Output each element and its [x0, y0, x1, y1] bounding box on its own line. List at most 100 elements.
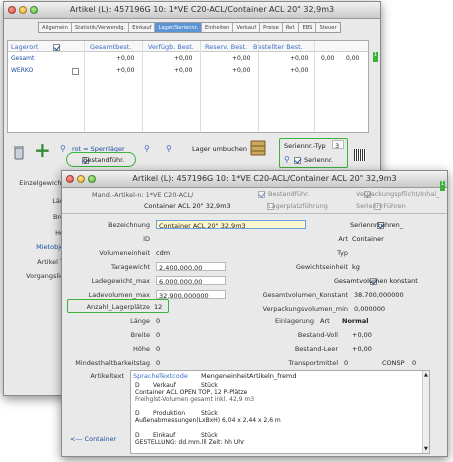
mindesthaltbarkeitstag-value[interactable]: 0	[156, 359, 160, 367]
bestandfuehr-label: Bestandführ.	[83, 156, 125, 164]
text-row[interactable]: D Verkauf Stück Container ACL OPEN TOP, …	[131, 381, 421, 405]
tab-allgemein[interactable]: Allgemein	[39, 23, 72, 32]
scroll-down-icon[interactable]: ▼	[424, 446, 428, 452]
verpackungsvolumen-label: Verpackungsvolumen_min	[262, 305, 348, 313]
ladevolumen-field[interactable]: 32.900,000000	[156, 290, 226, 299]
einlagerung-label: Einlagerung	[275, 317, 314, 325]
anzahl-lagerplaetze-label: Anzahl_Lagerplätze	[86, 303, 150, 311]
col-textcode[interactable]: Textcode	[159, 372, 188, 380]
col-artikeln-fremd[interactable]: Artikeln_fremd	[249, 372, 296, 380]
label-einzelgewicht: Einzelgewicht	[19, 179, 64, 187]
taragewicht-label: Taragewicht	[110, 263, 150, 271]
trash-icon[interactable]	[13, 145, 25, 160]
table-row[interactable]: Gesamt +0,00 +0,00 +0,00 +0,00 0,00 0,00	[8, 53, 368, 64]
label-artikel-t: Artikel T	[37, 258, 64, 266]
container-link[interactable]: <--- Container	[70, 435, 116, 443]
row-checkbox[interactable]	[72, 67, 79, 75]
col-mengeneinheit[interactable]: Mengeneinheit	[201, 372, 249, 380]
col-sprache[interactable]: Sprache	[133, 372, 160, 380]
gesamtvolumen-field[interactable]: 38.700,000000	[352, 290, 408, 299]
consp-value[interactable]: 0	[412, 359, 416, 367]
link-icon[interactable]: ⚲	[284, 155, 290, 164]
front-title-bar[interactable]: Artikel (L): 457196G 10: 1*VE C20-ACL/Co…	[62, 171, 447, 188]
transportmittel-value[interactable]: 0	[344, 359, 348, 367]
tab-preise[interactable]: Preise	[260, 23, 283, 32]
link-icon[interactable]: ⚲	[144, 144, 150, 153]
tab-statistik[interactable]: Statistik/Verwendg.	[72, 23, 130, 32]
col-reserv-best[interactable]: Reserv. Best.	[205, 43, 247, 51]
art-value: Container	[352, 235, 384, 243]
scroll-up-icon[interactable]: ▲	[424, 372, 428, 378]
bestandfuehr-mid-label: Bestandführ.	[268, 190, 310, 198]
gewichtseinheit-label: Gewichtseinheit	[295, 263, 348, 271]
tab-verkauf[interactable]: Verkauf	[233, 23, 261, 32]
tab-ebs[interactable]: EBS	[299, 23, 317, 32]
link-icon[interactable]: ⚲	[166, 144, 172, 153]
col-lagerort[interactable]: Lagerort	[11, 43, 38, 51]
laenge-label: Länge	[130, 317, 150, 325]
bezeichnung-field[interactable]: Container ACL 20" 32,9m3	[156, 220, 306, 229]
label-hoehe: Hö	[55, 229, 64, 237]
einlagerung-value[interactable]: Normal	[342, 317, 369, 325]
tab-steuer[interactable]: Steuer	[316, 23, 339, 32]
hoehe-value[interactable]: 0	[156, 345, 160, 353]
col-verfuegb-best[interactable]: Verfügb. Best.	[148, 43, 194, 51]
barcode-icon[interactable]	[354, 149, 366, 161]
bezeichnung-label: Bezeichnung	[108, 221, 150, 229]
lager-umbuchen-label: Lager umbuchen	[192, 145, 247, 153]
verpackungspflicht-label: Verpackungspflicht/Inhal_	[356, 190, 440, 198]
col-bestellter-best[interactable]: Bestellter Best.	[253, 43, 303, 51]
ladevolumen-label: Ladevolumen_max	[88, 291, 150, 299]
label-laenge: Län	[52, 197, 64, 205]
lagerort-checkbox[interactable]	[53, 43, 60, 51]
text-row[interactable]: D Produktion Stück Außenabmessungen(LxBx…	[131, 409, 421, 427]
tab-einkauf[interactable]: Einkauf	[129, 23, 156, 32]
seriennrfuehren-label: SeriennrFühren_	[350, 221, 404, 229]
label-mietobjekt: Mietobje	[36, 243, 64, 251]
seriennrfuehren-top-label: SeriennrFühren	[356, 202, 406, 210]
gewichtseinheit-value[interactable]: kg	[352, 263, 360, 271]
label-breite: Bre	[53, 213, 64, 221]
seriennr-typ-field[interactable]: 3	[332, 140, 344, 149]
hoehe-label: Höhe	[133, 345, 150, 353]
gesamtvolumen-konstant-label: Gesamtvolumen konstant	[334, 277, 418, 285]
consp-label: CONSP	[382, 359, 405, 367]
anzahl-lagerplaetze-field[interactable]: 12	[152, 302, 166, 311]
tab-bar: Allgemein Statistik/Verwendg. Einkauf La…	[38, 22, 341, 33]
link-icon[interactable]: ⚲	[60, 144, 66, 153]
mand-artikel-label: Mand.-Artikel-n: 1*VE C20-ACL/	[92, 191, 194, 199]
lagerplatzfuehrung-label: Lagerplatzführung	[268, 202, 328, 210]
shelf-icon[interactable]	[250, 140, 266, 156]
ladegewicht-label: Ladegewicht_max	[91, 277, 150, 285]
mindesthaltbarkeitstag-label: Mindesthaltbarkeitstag	[75, 359, 150, 367]
col-gesamtbest[interactable]: Gesamtbest.	[90, 43, 131, 51]
table-row[interactable]: WERKO +0,00 +0,00 +0,00 +0,00	[8, 65, 368, 76]
breite-label: Breite	[130, 331, 150, 339]
green-marker-icon: 1	[440, 181, 445, 191]
artikeltext-list[interactable]: Sprache Textcode Mengeneinheit Artikeln_…	[130, 370, 430, 454]
taragewicht-field[interactable]: 2.400,000,00	[156, 262, 226, 271]
front-subtitle: Container ACL 20" 32,9m3	[144, 202, 231, 210]
transportmittel-label: Transportmittel	[288, 359, 338, 367]
einlagerung-art: Art	[320, 317, 330, 325]
verpackungsvolumen-field[interactable]: 0,000000	[352, 304, 408, 313]
bestandfuehr-mid-checkbox[interactable]	[258, 190, 265, 198]
breite-value[interactable]: 0	[156, 331, 160, 339]
bestand-leer-value[interactable]: +0,00	[352, 345, 372, 353]
typ-label: Typ	[337, 249, 348, 257]
bestand-leer-label: Bestand-Leer	[294, 345, 338, 353]
ladegewicht-field[interactable]: 6.000.000,00	[156, 276, 226, 285]
text-row[interactable]: D Einkauf Stück GESTELLUNG: dd.mm.lll Ze…	[131, 431, 421, 449]
tab-lager-seriennr[interactable]: Lager/Seriennr.	[155, 23, 203, 32]
laenge-value[interactable]: 0	[156, 317, 160, 325]
add-icon[interactable]: +	[34, 140, 51, 160]
bestand-voll-label: Bestand-Voll	[297, 331, 338, 339]
back-title-bar[interactable]: Artikel (L): 457196G 10: 1*VE C20-ACL/Co…	[4, 2, 380, 19]
seriennr-typ-label: Seriennr.-Typ	[284, 142, 326, 150]
scrollbar[interactable]: ▲ ▼	[422, 371, 429, 453]
volumeneinheit-value[interactable]: cdm	[156, 249, 170, 257]
tab-ref[interactable]: Ref.	[283, 23, 300, 32]
tab-einheiten[interactable]: Einheiten	[202, 23, 234, 32]
bestand-voll-value[interactable]: +0,00	[352, 331, 372, 339]
seriennr-checkbox[interactable]	[294, 156, 301, 164]
